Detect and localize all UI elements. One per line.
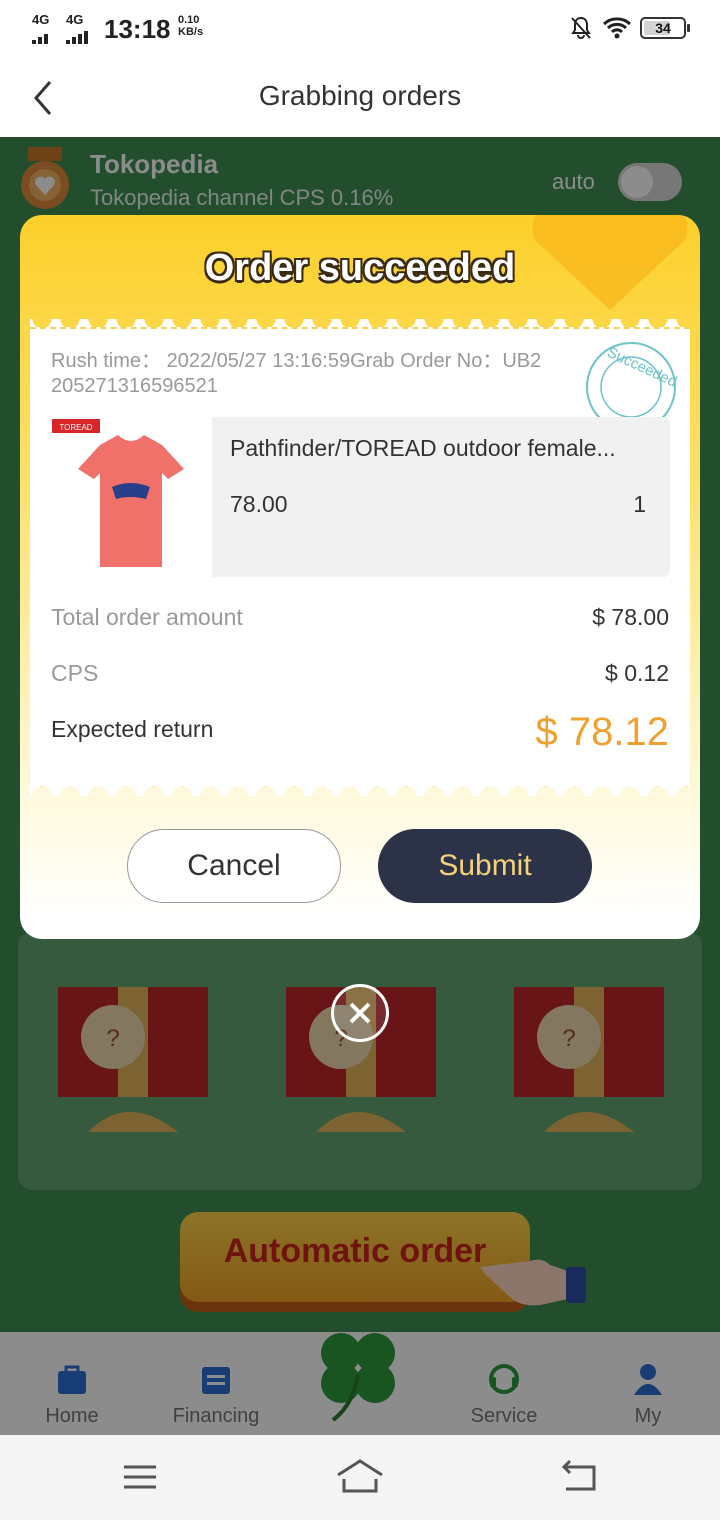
battery-indicator: 34 [640, 17, 690, 39]
page-title: Grabbing orders [258, 80, 462, 111]
network-type-2: 4G [66, 12, 84, 27]
total-value: $ 78.00 [592, 604, 669, 630]
product-card: TOREAD Pathfinder/TOREAD outdoor female.… [50, 417, 670, 577]
tshirt-image: TOREAD [52, 419, 184, 567]
close-modal-button[interactable] [331, 984, 389, 1042]
product-name: Pathfinder/TOREAD outdoor female... [230, 435, 616, 461]
product-quantity: 1 [633, 491, 646, 517]
product-thumbnail: TOREAD [50, 417, 212, 577]
signal-2: 4G [66, 12, 94, 44]
cps-value: $ 0.12 [605, 660, 669, 686]
submit-button[interactable]: Submit [378, 829, 592, 903]
cps-label: CPS [51, 660, 99, 686]
speed-value: 0.10 [178, 14, 200, 26]
cancel-button[interactable]: Cancel [127, 829, 341, 903]
order-ticket: Rush time： 2022/05/27 13:16:59Grab Order… [30, 327, 690, 787]
network-speed: 0.10 KB/s [178, 14, 203, 38]
back-icon[interactable] [560, 1455, 600, 1499]
home-icon[interactable] [336, 1455, 384, 1499]
total-label: Total order amount [51, 604, 243, 630]
product-price: 78.00 [230, 491, 288, 517]
signal-1: 4G [32, 12, 60, 44]
ticket-edge-bottom [30, 780, 690, 796]
battery-level: 34 [655, 20, 671, 36]
brand-tag: TOREAD [59, 423, 92, 432]
expected-label: Expected return [51, 716, 214, 742]
menu-icon[interactable] [122, 1455, 158, 1499]
nav-bar: Grabbing orders [0, 58, 720, 137]
modal-title: Order succeeded [204, 247, 516, 289]
close-icon [349, 1002, 371, 1024]
status-bar: 4G 4G 13:18 0.10 KB/s 34 [0, 0, 720, 58]
mute-bell-icon [571, 16, 591, 39]
network-type-1: 4G [32, 12, 50, 27]
clock: 13:18 [104, 14, 171, 44]
stamp-text: Succeeded [604, 344, 679, 391]
expected-value: $ 78.12 [535, 710, 669, 754]
order-success-modal: Order succeeded Rush time： 2022/05/27 13… [20, 215, 700, 939]
system-nav-bar [0, 1435, 720, 1520]
speed-unit: KB/s [178, 26, 204, 38]
wifi-icon [602, 17, 632, 39]
rush-time-order-no: Rush time： 2022/05/27 13:16:59Grab Order… [51, 350, 542, 397]
